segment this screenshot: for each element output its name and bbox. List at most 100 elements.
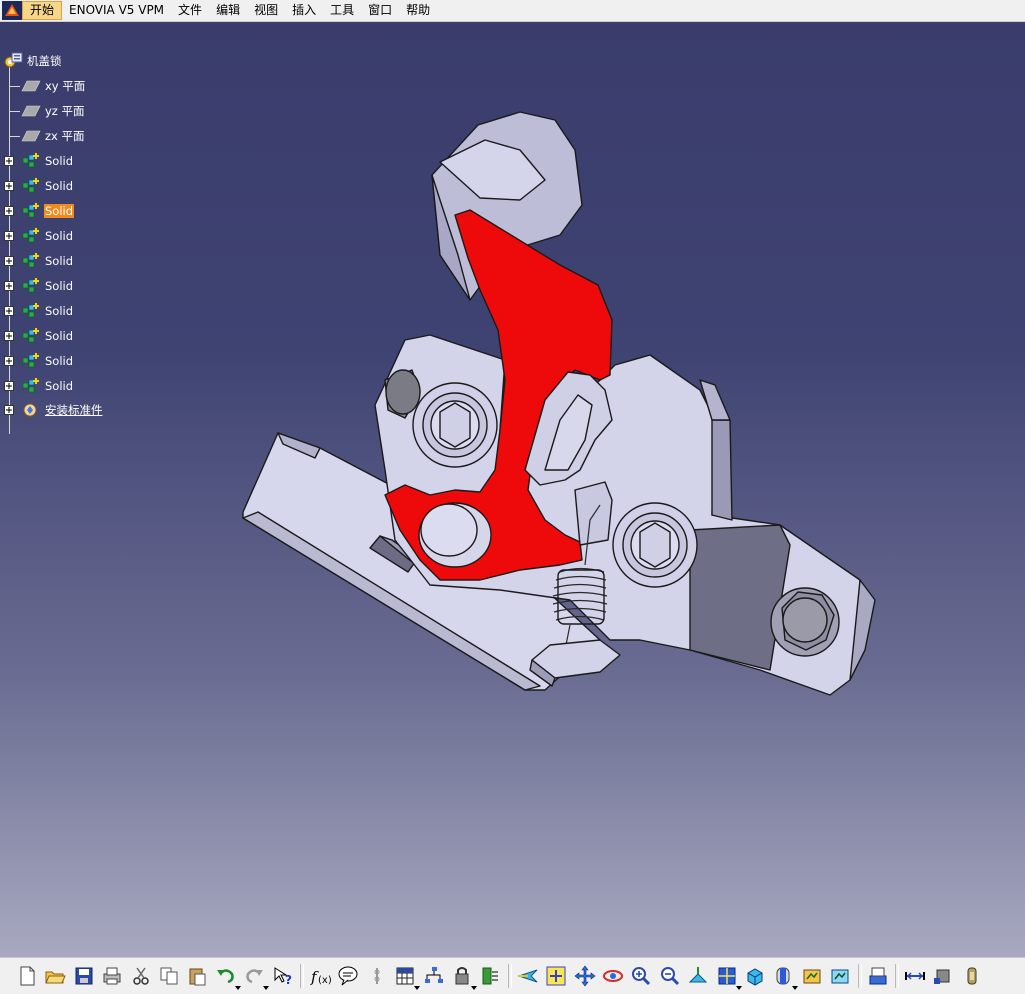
part-gear-icon — [4, 52, 23, 68]
tree-icon — [424, 967, 443, 983]
expand-icon[interactable] — [4, 356, 14, 366]
tree-item-solid[interactable]: Solid — [4, 227, 74, 245]
redo-button[interactable] — [242, 964, 270, 990]
tree-item-label: zx 平面 — [45, 129, 85, 143]
tree-button[interactable] — [422, 964, 446, 988]
open-button[interactable] — [43, 964, 67, 988]
expand-icon[interactable] — [4, 231, 14, 241]
inertia-icon — [967, 967, 977, 985]
expand-icon[interactable] — [4, 181, 14, 191]
menu-insert[interactable]: 插入 — [285, 1, 323, 20]
svg-text:(x): (x) — [318, 975, 332, 986]
undo-button[interactable] — [214, 964, 241, 990]
expand-icon[interactable] — [4, 381, 14, 391]
expand-icon[interactable] — [4, 156, 14, 166]
tree-item-yz-plane[interactable]: yz 平面 — [10, 102, 86, 120]
menu-view[interactable]: 视图 — [247, 1, 285, 20]
menu-enovia[interactable]: ENOVIA V5 VPM — [62, 1, 171, 20]
solid-icon — [22, 153, 39, 168]
zoom-out-button[interactable] — [658, 964, 682, 988]
menu-edit[interactable]: 编辑 — [209, 1, 247, 20]
menu-help[interactable]: 帮助 — [399, 1, 437, 20]
normal-view-icon — [688, 967, 708, 983]
inertia-button[interactable] — [960, 964, 984, 988]
tree-item-solid[interactable]: Solid — [4, 352, 74, 370]
paste-button[interactable] — [185, 964, 209, 988]
tree-root[interactable]: 机盖锁 — [2, 52, 63, 70]
cut-button[interactable] — [129, 964, 153, 988]
menu-tools[interactable]: 工具 — [323, 1, 361, 20]
link-button[interactable] — [365, 964, 389, 988]
multi-view-button[interactable] — [715, 964, 742, 990]
table-button[interactable] — [393, 964, 421, 990]
comment-button[interactable] — [336, 964, 360, 988]
fit-all-icon — [546, 966, 566, 986]
toolbar-separator — [857, 964, 862, 988]
tree-item-label: Solid — [45, 254, 74, 268]
tree-item-solid[interactable]: Solid — [4, 277, 74, 295]
menu-window[interactable]: 窗口 — [361, 1, 399, 20]
tree-item-zx-plane[interactable]: zx 平面 — [10, 127, 86, 145]
hide-show-button[interactable] — [800, 964, 824, 988]
formula-button[interactable]: f (x) — [308, 964, 332, 988]
expand-icon[interactable] — [4, 306, 14, 316]
3d-viewport[interactable]: 机盖锁 xy 平面 yz 平面 zx 平面 Solid Solid Solid Sol… — [0, 22, 1025, 957]
expand-icon[interactable] — [4, 256, 14, 266]
expand-icon[interactable] — [4, 281, 14, 291]
menu-start[interactable]: 开始 — [22, 1, 63, 20]
tree-item-solid[interactable]: Solid — [4, 177, 74, 195]
expand-icon[interactable] — [4, 405, 14, 415]
tree-item-solid[interactable]: Solid — [4, 377, 74, 395]
measure-item-button[interactable] — [931, 964, 955, 988]
tree-item-solid[interactable]: Solid — [4, 302, 74, 320]
plane-icon — [21, 105, 41, 117]
expand-icon[interactable] — [4, 206, 14, 216]
tree-item-xy-plane[interactable]: xy 平面 — [10, 77, 86, 95]
dropdown-arrow-icon[interactable] — [792, 986, 799, 990]
dropdown-arrow-icon[interactable] — [735, 986, 742, 990]
render-style-button[interactable] — [771, 964, 799, 990]
expand-icon[interactable] — [4, 331, 14, 341]
measure-between-button[interactable] — [903, 964, 927, 988]
tree-item-solid[interactable]: Solid — [4, 327, 74, 345]
catia-logo-icon[interactable] — [2, 1, 22, 20]
save-button[interactable] — [72, 964, 96, 988]
dropdown-arrow-icon[interactable] — [471, 986, 477, 990]
dropdown-arrow-icon[interactable] — [234, 986, 241, 990]
scan-button[interactable] — [866, 964, 890, 988]
zoom-in-button[interactable] — [629, 964, 653, 988]
catalog-button[interactable] — [450, 964, 477, 990]
measure-button[interactable] — [478, 964, 502, 988]
swap-space-button[interactable] — [828, 964, 852, 988]
plane-icon — [21, 130, 41, 142]
dropdown-arrow-icon[interactable] — [414, 986, 421, 990]
measure-icon — [482, 967, 499, 985]
fly-mode-button[interactable] — [516, 964, 540, 988]
dropdown-arrow-icon[interactable] — [263, 986, 270, 990]
print-button[interactable] — [100, 964, 124, 988]
tree-item-standard-parts[interactable]: 安装标准件 — [4, 401, 104, 419]
tree-item-solid[interactable]: Solid — [4, 252, 74, 270]
new-button[interactable] — [15, 964, 39, 988]
menu-file[interactable]: 文件 — [171, 1, 209, 20]
menu-bar: 开始 ENOVIA V5 VPM 文件 编辑 视图 插入 工具 窗口 帮助 — [0, 0, 1025, 22]
whats-this-button[interactable]: ? — [271, 964, 295, 988]
tree-item-label: Solid — [45, 154, 74, 168]
toolbar-separator — [300, 964, 304, 988]
rotate-button[interactable] — [601, 964, 625, 988]
hood-latch-model[interactable] — [0, 22, 1025, 957]
solid-icon — [22, 178, 39, 193]
fit-all-button[interactable] — [544, 964, 568, 988]
pan-button[interactable] — [573, 964, 597, 988]
measure-between-icon — [905, 972, 925, 980]
formula-icon: f (x) — [310, 968, 332, 986]
standard-part-icon — [23, 403, 37, 417]
tree-root-label: 机盖锁 — [27, 54, 62, 68]
iso-view-icon — [747, 968, 763, 986]
normal-view-button[interactable] — [686, 964, 710, 988]
iso-view-button[interactable] — [743, 964, 767, 988]
tree-item-solid[interactable]: Solid — [4, 152, 74, 170]
tree-item-solid[interactable]: Solid — [4, 202, 75, 220]
copy-button[interactable] — [157, 964, 181, 988]
solid-icon — [22, 353, 39, 368]
